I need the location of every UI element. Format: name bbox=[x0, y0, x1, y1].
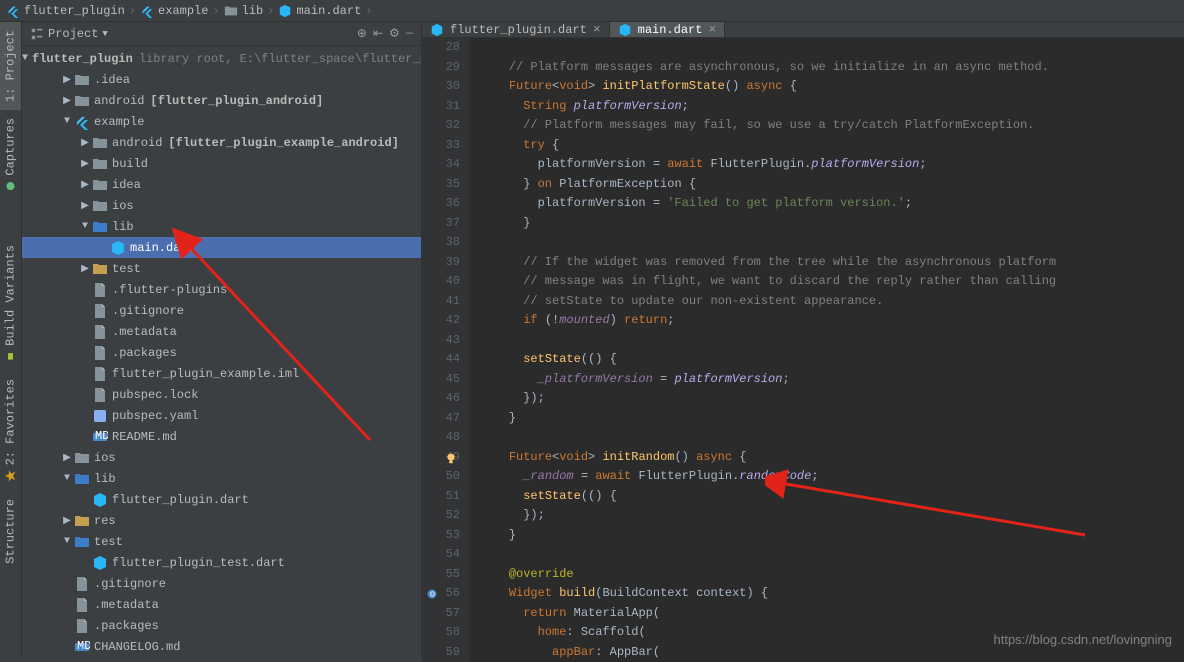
tree-item-android[interactable]: ▶android[flutter_plugin_android] bbox=[22, 90, 421, 111]
editor-tab[interactable]: main.dart × bbox=[610, 22, 726, 37]
tree-item--gitignore[interactable]: .gitignore bbox=[22, 300, 421, 321]
tool-tab-structure[interactable]: Structure bbox=[0, 491, 21, 572]
chevron-down-icon: ▼ bbox=[102, 29, 107, 39]
breadcrumb: flutter_plugin › example › lib › main.da… bbox=[0, 0, 1184, 22]
chevron-right-icon: › bbox=[129, 4, 136, 18]
tab-label: main.dart bbox=[638, 23, 703, 37]
tree-item-changelog-md[interactable]: MDCHANGELOG.md bbox=[22, 636, 421, 657]
dart-icon bbox=[618, 23, 632, 37]
tree-arrow-icon[interactable]: ▶ bbox=[78, 137, 92, 149]
line-number-gutter[interactable]: 2829303132333435363738394041424344454647… bbox=[422, 38, 470, 662]
tree-item-main-dart[interactable]: main.dart bbox=[22, 237, 421, 258]
project-view-icon bbox=[30, 27, 44, 41]
code-content[interactable]: // Platform messages are asynchronous, s… bbox=[470, 38, 1184, 662]
tree-arrow-icon[interactable]: ▼ bbox=[60, 116, 74, 127]
tree-item-android[interactable]: ▶android[flutter_plugin_example_android] bbox=[22, 132, 421, 153]
editor-area: flutter_plugin.dart × main.dart × 282930… bbox=[422, 22, 1184, 657]
svg-text:o: o bbox=[430, 589, 435, 599]
tree-item--packages[interactable]: .packages bbox=[22, 342, 421, 363]
tree-arrow-icon[interactable]: ▶ bbox=[60, 452, 74, 464]
tree-item-res[interactable]: ▶res bbox=[22, 510, 421, 531]
hide-icon[interactable]: — bbox=[406, 26, 413, 41]
breadcrumb-item[interactable]: flutter_plugin bbox=[6, 4, 125, 18]
tree-arrow-icon[interactable]: ▶ bbox=[78, 200, 92, 212]
tree-item-build[interactable]: ▶build bbox=[22, 153, 421, 174]
tree-item--idea[interactable]: ▶.idea bbox=[22, 69, 421, 90]
android-icon bbox=[4, 350, 17, 363]
flutter-icon bbox=[140, 4, 154, 18]
collapse-icon[interactable]: ⇤ bbox=[373, 26, 383, 41]
tree-arrow-icon[interactable]: ▶ bbox=[78, 263, 92, 275]
tool-tab-favorites[interactable]: 2: Favorites bbox=[0, 371, 21, 490]
tree-arrow-icon[interactable]: ▼ bbox=[22, 53, 28, 64]
breadcrumb-label: main.dart bbox=[296, 4, 361, 18]
tree-item--flutter-plugins[interactable]: .flutter-plugins bbox=[22, 279, 421, 300]
star-icon bbox=[4, 470, 17, 483]
tool-tab-captures[interactable]: Captures bbox=[0, 110, 21, 201]
dart-icon bbox=[430, 23, 444, 37]
close-icon[interactable]: × bbox=[708, 22, 716, 37]
tree-arrow-icon[interactable]: ▼ bbox=[60, 536, 74, 547]
tree-arrow-icon[interactable]: ▶ bbox=[78, 158, 92, 170]
panel-title[interactable]: Project ▼ bbox=[30, 27, 108, 41]
tree-item-flutter-plugin[interactable]: ▼flutter_pluginlibrary root, E:\flutter_… bbox=[22, 48, 421, 69]
tree-item-test[interactable]: ▶test bbox=[22, 258, 421, 279]
left-tool-window-bar: 1: Project Captures Build Variants 2: Fa… bbox=[0, 22, 22, 657]
tree-item-flutter-plugin-example-iml[interactable]: flutter_plugin_example.iml bbox=[22, 363, 421, 384]
watermark: https://blog.csdn.net/lovingning bbox=[993, 632, 1172, 647]
code-editor[interactable]: 2829303132333435363738394041424344454647… bbox=[422, 38, 1184, 662]
tool-tab-project[interactable]: 1: Project bbox=[0, 22, 21, 110]
editor-tab[interactable]: flutter_plugin.dart × bbox=[422, 22, 610, 37]
camera-icon bbox=[4, 180, 17, 193]
project-panel: Project ▼ ⊕ ⇤ ⚙ — ▼flutter_pluginlibrary… bbox=[22, 22, 422, 657]
tree-arrow-icon[interactable]: ▼ bbox=[60, 473, 74, 484]
tree-item--metadata[interactable]: .metadata bbox=[22, 594, 421, 615]
tree-item-flutter-plugin-dart[interactable]: flutter_plugin.dart bbox=[22, 489, 421, 510]
tree-item-test[interactable]: ▼test bbox=[22, 531, 421, 552]
tree-arrow-icon[interactable]: ▶ bbox=[60, 95, 74, 107]
flutter-icon bbox=[6, 4, 20, 18]
dart-icon bbox=[278, 4, 292, 18]
tree-item-lib[interactable]: ▼lib bbox=[22, 468, 421, 489]
target-icon[interactable]: ⊕ bbox=[357, 26, 367, 41]
chevron-right-icon: › bbox=[267, 4, 274, 18]
tree-item-ios[interactable]: ▶ios bbox=[22, 447, 421, 468]
breadcrumb-label: lib bbox=[242, 4, 264, 18]
tree-item-readme-md[interactable]: MDREADME.md bbox=[22, 426, 421, 447]
tree-item-flutter-plugin-test-dart[interactable]: flutter_plugin_test.dart bbox=[22, 552, 421, 573]
gear-icon[interactable]: ⚙ bbox=[389, 26, 400, 41]
panel-header: Project ▼ ⊕ ⇤ ⚙ — bbox=[22, 22, 421, 46]
project-tree[interactable]: ▼flutter_pluginlibrary root, E:\flutter_… bbox=[22, 46, 421, 657]
tab-label: flutter_plugin.dart bbox=[450, 23, 587, 37]
tree-item-pubspec-yaml[interactable]: pubspec.yaml bbox=[22, 405, 421, 426]
bulb-icon bbox=[444, 451, 458, 465]
tree-item-lib[interactable]: ▼lib bbox=[22, 216, 421, 237]
chevron-right-icon: › bbox=[365, 4, 372, 18]
breadcrumb-item[interactable]: example bbox=[140, 4, 208, 18]
tree-item-pubspec-lock[interactable]: pubspec.lock bbox=[22, 384, 421, 405]
tree-arrow-icon[interactable]: ▶ bbox=[60, 515, 74, 527]
tree-arrow-icon[interactable]: ▼ bbox=[78, 221, 92, 232]
folder-icon bbox=[224, 4, 238, 18]
tree-item-example[interactable]: ▼example bbox=[22, 111, 421, 132]
tree-item--gitignore[interactable]: .gitignore bbox=[22, 573, 421, 594]
tool-tab-build-variants[interactable]: Build Variants bbox=[0, 237, 21, 371]
breadcrumb-label: flutter_plugin bbox=[24, 4, 125, 18]
svg-text:MD: MD bbox=[95, 429, 108, 443]
editor-tabs: flutter_plugin.dart × main.dart × bbox=[422, 22, 1184, 38]
breadcrumb-item[interactable]: lib bbox=[224, 4, 264, 18]
tree-item-ios[interactable]: ▶ios bbox=[22, 195, 421, 216]
override-mark-icon: o bbox=[426, 588, 438, 600]
panel-title-label: Project bbox=[48, 27, 98, 41]
close-icon[interactable]: × bbox=[593, 22, 601, 37]
chevron-right-icon: › bbox=[212, 4, 219, 18]
tree-arrow-icon[interactable]: ▶ bbox=[60, 74, 74, 86]
tree-arrow-icon[interactable]: ▶ bbox=[78, 179, 92, 191]
tree-item--packages[interactable]: .packages bbox=[22, 615, 421, 636]
breadcrumb-item[interactable]: main.dart bbox=[278, 4, 361, 18]
tree-item-idea[interactable]: ▶idea bbox=[22, 174, 421, 195]
svg-text:MD: MD bbox=[77, 639, 90, 653]
breadcrumb-label: example bbox=[158, 4, 208, 18]
tree-item--metadata[interactable]: .metadata bbox=[22, 321, 421, 342]
